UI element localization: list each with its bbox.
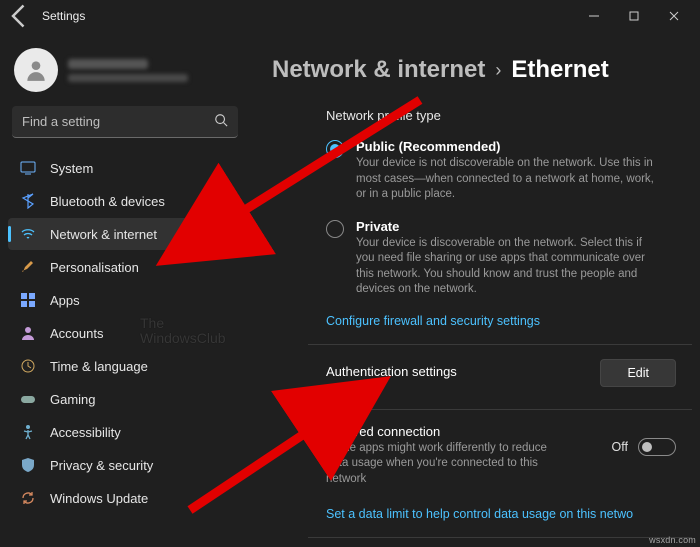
profile-header[interactable]	[8, 44, 242, 106]
data-limit-link[interactable]: Set a data limit to help control data us…	[326, 507, 692, 521]
section-title: Network profile type	[326, 108, 692, 123]
chevron-right-icon: ›	[495, 60, 501, 81]
ip-row[interactable]: IP assignment:	[272, 538, 692, 547]
sidebar-item-network[interactable]: Network & internet	[8, 218, 242, 250]
sidebar-item-label: Accounts	[50, 326, 103, 341]
sidebar-item-label: Apps	[50, 293, 80, 308]
accounts-icon	[20, 325, 36, 341]
sidebar-item-label: System	[50, 161, 93, 176]
sidebar-item-apps[interactable]: Apps	[8, 284, 242, 316]
sidebar-item-label: Privacy & security	[50, 458, 153, 473]
sidebar-item-update[interactable]: Windows Update	[8, 482, 242, 514]
avatar	[14, 48, 58, 92]
row-title: Metered connection	[326, 424, 600, 439]
bluetooth-icon	[20, 193, 36, 209]
gaming-icon	[20, 391, 36, 407]
metered-toggle-wrap: Off	[612, 438, 676, 456]
sidebar-item-bluetooth[interactable]: Bluetooth & devices	[8, 185, 242, 217]
sidebar-item-label: Personalisation	[50, 260, 139, 275]
sidebar: System Bluetooth & devices Network & int…	[0, 32, 250, 547]
sidebar-item-label: Network & internet	[50, 227, 157, 242]
source-credit: wsxdn.com	[649, 535, 696, 545]
auth-row[interactable]: Authentication settings Edit	[272, 345, 692, 401]
radio-public[interactable]: Public (Recommended) Your device is not …	[326, 139, 692, 203]
radio-desc: Your device is discoverable on the netwo…	[356, 236, 656, 298]
search-input[interactable]	[12, 106, 238, 138]
wifi-icon	[20, 226, 36, 242]
radio-title: Private	[356, 219, 656, 234]
accessibility-icon	[20, 424, 36, 440]
system-icon	[20, 160, 36, 176]
metered-row[interactable]: Metered connection Some apps might work …	[272, 410, 692, 502]
toggle-state-label: Off	[612, 440, 628, 454]
sidebar-item-label: Bluetooth & devices	[50, 194, 165, 209]
search-icon	[214, 113, 228, 132]
search-wrap	[12, 106, 238, 138]
row-title: Authentication settings	[326, 364, 588, 379]
update-icon	[20, 490, 36, 506]
breadcrumb-parent[interactable]: Network & internet	[272, 56, 485, 84]
sidebar-item-accounts[interactable]: Accounts	[8, 317, 242, 349]
profile-text	[68, 59, 188, 82]
radio-icon[interactable]	[326, 140, 344, 158]
nav-list: System Bluetooth & devices Network & int…	[8, 152, 242, 514]
radio-icon[interactable]	[326, 220, 344, 238]
sidebar-item-accessibility[interactable]: Accessibility	[8, 416, 242, 448]
firewall-link[interactable]: Configure firewall and security settings	[326, 314, 692, 328]
sidebar-item-personalisation[interactable]: Personalisation	[8, 251, 242, 283]
minimize-button[interactable]	[574, 2, 614, 30]
brush-icon	[20, 259, 36, 275]
window-title: Settings	[42, 9, 85, 23]
sidebar-item-privacy[interactable]: Privacy & security	[8, 449, 242, 481]
network-profile-section: Network profile type Public (Recommended…	[272, 108, 692, 328]
main-panel: Network & internet › Ethernet Network pr…	[250, 32, 700, 547]
row-desc: Some apps might work differently to redu…	[326, 441, 556, 488]
metered-toggle[interactable]	[638, 438, 676, 456]
edit-button[interactable]: Edit	[600, 359, 676, 387]
radio-desc: Your device is not discoverable on the n…	[356, 156, 656, 203]
sidebar-item-time[interactable]: Time & language	[8, 350, 242, 382]
sidebar-item-label: Time & language	[50, 359, 148, 374]
sidebar-item-label: Windows Update	[50, 491, 148, 506]
sidebar-item-label: Gaming	[50, 392, 96, 407]
clock-icon	[20, 358, 36, 374]
sidebar-item-label: Accessibility	[50, 425, 121, 440]
breadcrumb-current: Ethernet	[511, 56, 608, 84]
radio-title: Public (Recommended)	[356, 139, 656, 154]
close-button[interactable]	[654, 2, 694, 30]
maximize-button[interactable]	[614, 2, 654, 30]
sidebar-item-system[interactable]: System	[8, 152, 242, 184]
shield-icon	[20, 457, 36, 473]
back-button[interactable]	[6, 2, 34, 30]
sidebar-item-gaming[interactable]: Gaming	[8, 383, 242, 415]
title-bar: Settings	[0, 0, 700, 32]
radio-private[interactable]: Private Your device is discoverable on t…	[326, 219, 692, 298]
apps-icon	[20, 292, 36, 308]
breadcrumb: Network & internet › Ethernet	[272, 56, 692, 84]
